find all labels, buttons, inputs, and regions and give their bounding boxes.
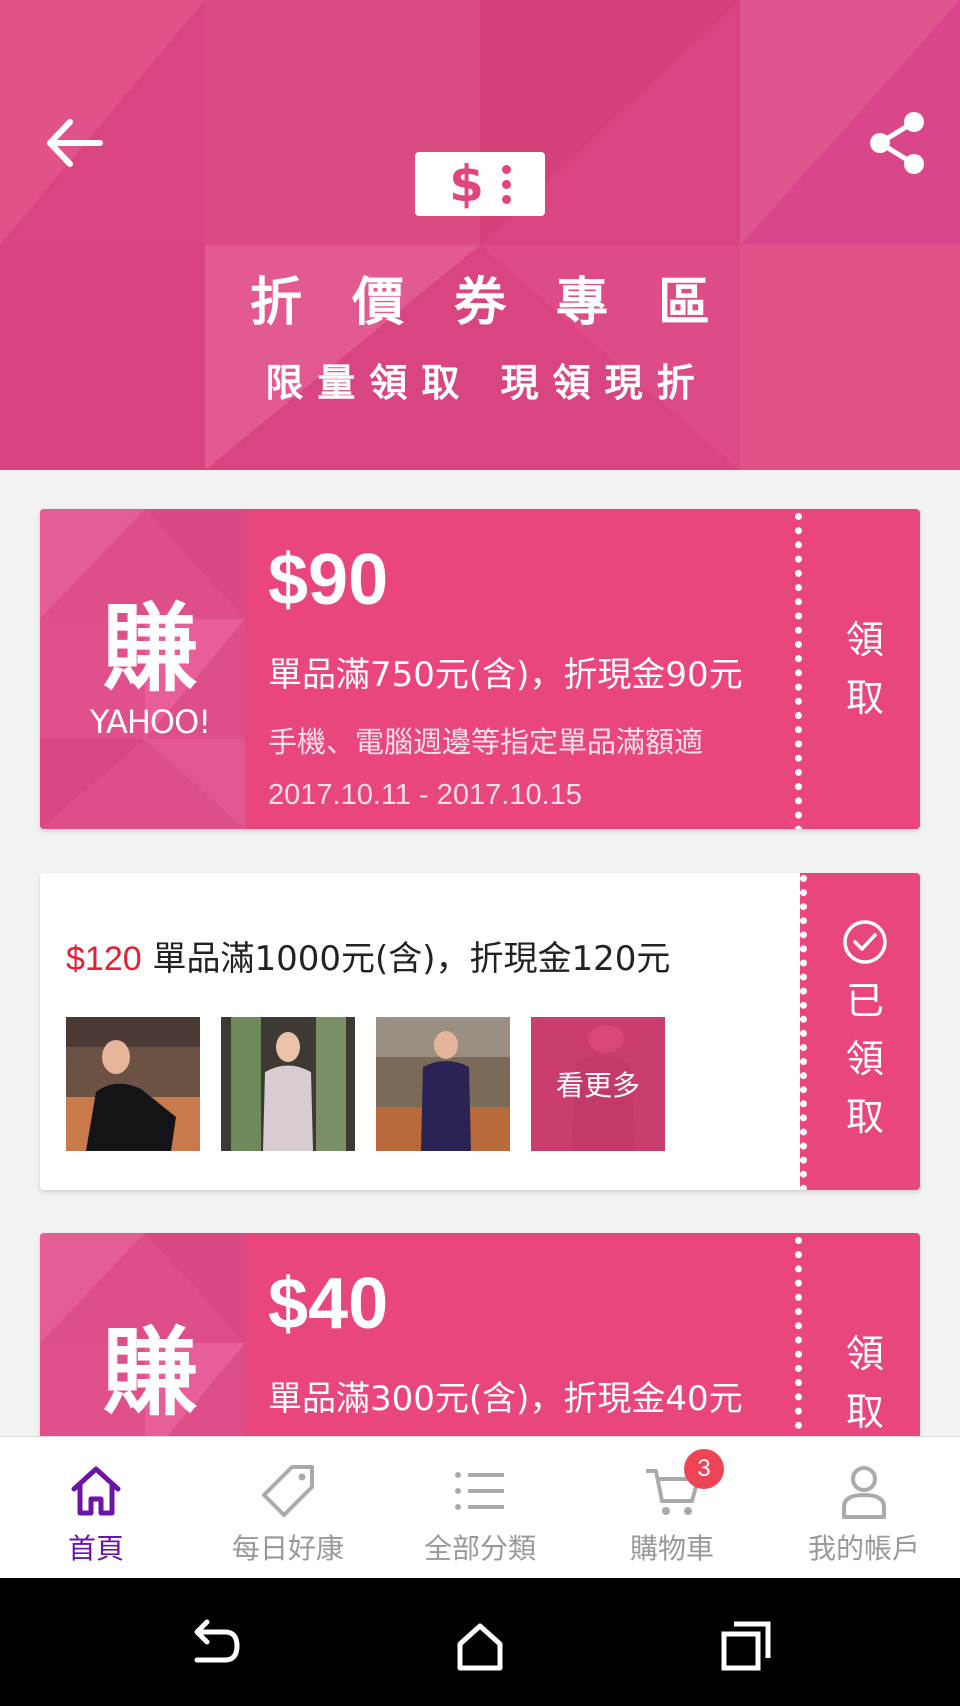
coupon-amount: $90 [268, 540, 389, 620]
nav-cart-label: 購物車 [629, 1532, 714, 1565]
coupon-amount: $120 [66, 940, 142, 978]
nav-categories-label: 全部分類 [423, 1532, 536, 1565]
coupon-condition: 單品滿300元(含)，折現金40元 [268, 1379, 743, 1419]
product-thumb-3[interactable] [376, 1017, 510, 1151]
claim-button[interactable]: 領 取 [810, 509, 920, 829]
coupon-card-120: $120 單品滿1000元(含)，折現金120元 看更多 已 領 取 [40, 873, 920, 1190]
coupon-zone-header: $ 折價券專區 限量領取 現領現折 [0, 0, 960, 470]
check-circle-icon [843, 919, 887, 964]
perforation-line [795, 513, 802, 829]
perforation-dots-icon [501, 164, 511, 204]
list-icon [455, 1472, 504, 1510]
page-title: 折價券專區 [249, 273, 760, 333]
page-subtitle: 限量領取 現領現折 [265, 361, 709, 405]
nav-account-label: 我的帳戶 [807, 1532, 920, 1565]
system-recents-icon[interactable] [716, 1616, 776, 1676]
coupon-amount: $40 [268, 1264, 389, 1344]
coupon-condition: 單品滿750元(含)，折現金90元 [268, 655, 743, 695]
see-more-label: 看更多 [555, 1069, 640, 1102]
product-thumb-1[interactable] [66, 1017, 200, 1151]
user-icon [842, 1466, 886, 1519]
coupon-card-90: 賺 YAHOO! $90 單品滿750元(含)，折現金90元 手機、電腦週邊等指… [40, 509, 920, 829]
coupon-condition-line: $120 單品滿1000元(含)，折現金120元 [66, 931, 670, 980]
yahoo-buy-logo: 賺 YAHOO! [89, 593, 211, 741]
home-icon [71, 1466, 121, 1516]
see-more-tile[interactable]: 看更多 [531, 1017, 665, 1151]
nav-home-label: 首頁 [67, 1532, 124, 1565]
nav-categories[interactable]: 全部分類 [384, 1437, 576, 1578]
coupon-logo: $ [415, 152, 545, 216]
system-navigation-bar [0, 1578, 960, 1706]
product-thumb-2[interactable] [221, 1017, 355, 1151]
bottom-nav: 首頁 每日好康 全部分類 購物車 3 我的帳戶 [0, 1436, 960, 1578]
brand-panel: 賺 YAHOO! [40, 509, 245, 829]
system-home-icon[interactable] [450, 1616, 510, 1676]
nav-home[interactable]: 首頁 [0, 1437, 192, 1578]
system-back-icon[interactable] [185, 1616, 245, 1676]
coupon-date-range: 2017.10.11 - 2017.10.15 [268, 779, 582, 811]
coupon-condition: 單品滿1000元(含)，折現金120元 [152, 939, 671, 979]
product-thumbnails: 看更多 [66, 1017, 665, 1151]
back-arrow-icon[interactable] [40, 108, 110, 178]
share-icon[interactable] [862, 108, 932, 178]
nav-daily-deals[interactable]: 每日好康 [192, 1437, 384, 1578]
claimed-status: 已 領 取 [800, 873, 920, 1190]
tag-icon [262, 1465, 314, 1517]
dollar-icon: $ [449, 155, 484, 213]
nav-cart[interactable]: 購物車 3 [576, 1437, 768, 1578]
nav-account[interactable]: 我的帳戶 [768, 1437, 960, 1578]
coupon-description: 手機、電腦週邊等指定單品滿額適 [268, 725, 704, 759]
cart-count-badge: 3 [684, 1449, 724, 1489]
yahoo-buy-logo: 賺 [102, 1317, 198, 1429]
nav-daily-deals-label: 每日好康 [231, 1532, 344, 1565]
perforation-line [800, 875, 807, 1190]
